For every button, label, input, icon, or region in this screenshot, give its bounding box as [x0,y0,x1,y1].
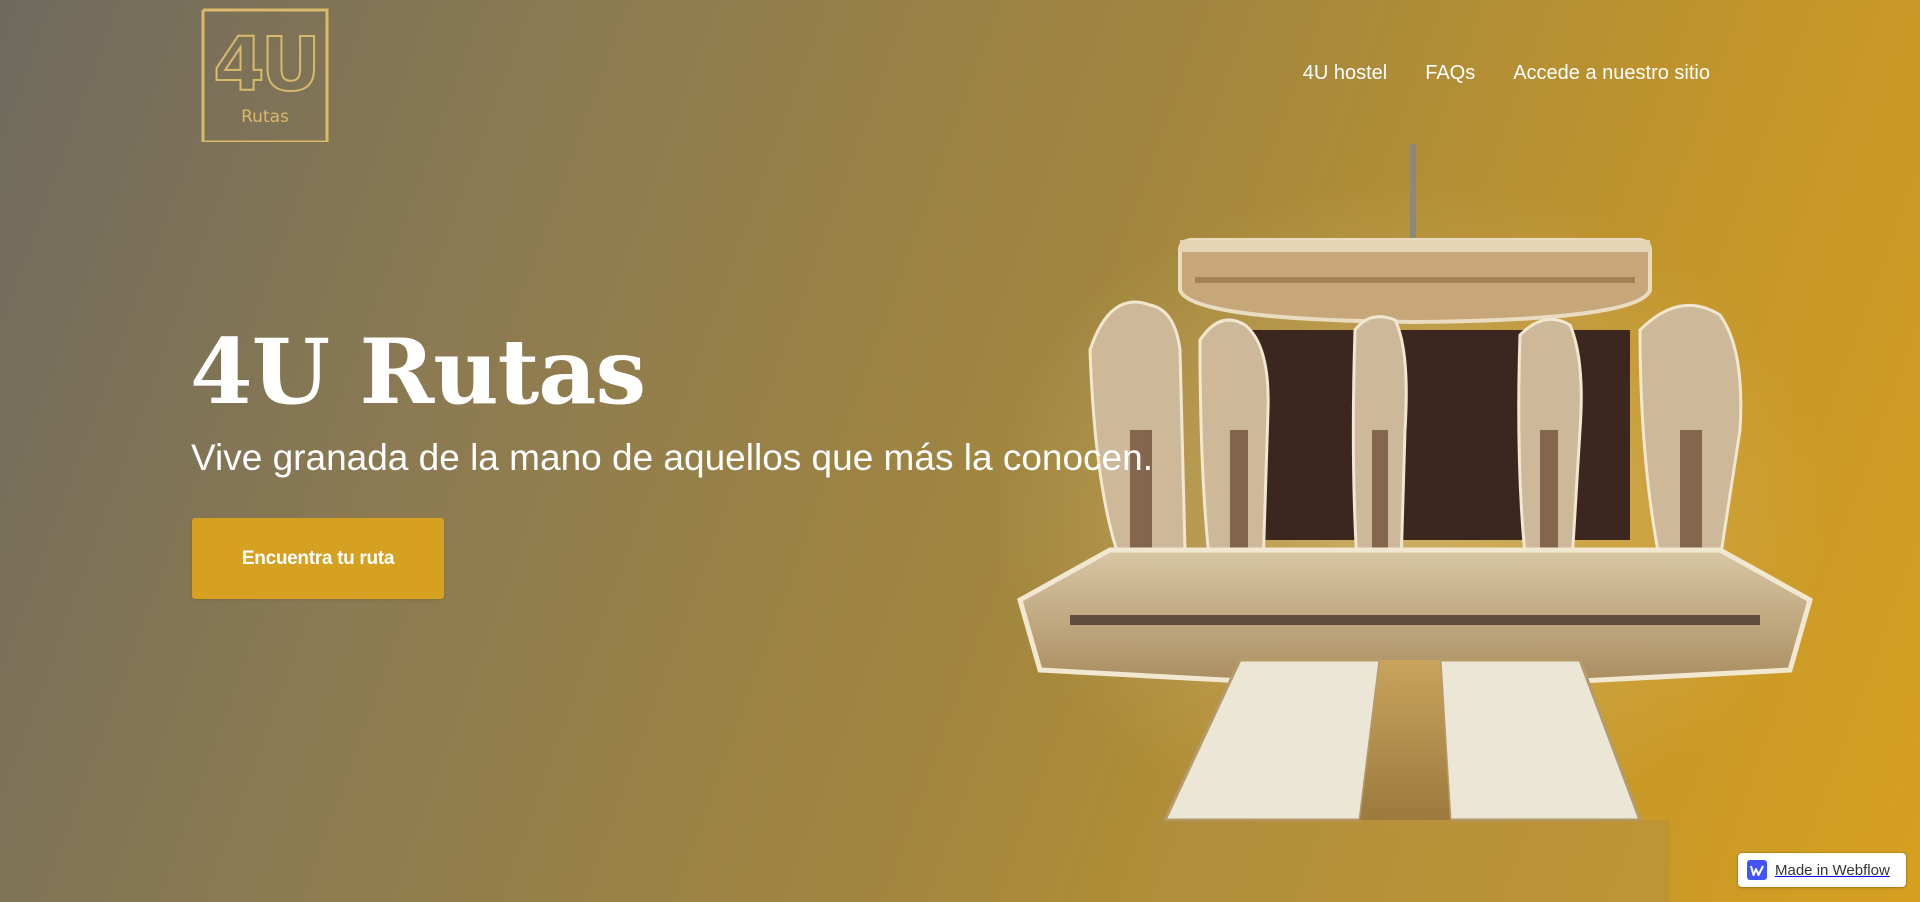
made-in-webflow-badge[interactable]: Made in Webflow [1738,853,1906,887]
logo-mark: 4U [213,22,317,108]
webflow-icon [1747,860,1767,880]
hero-section: 4U Rutas 4U hostel FAQs Accede a nuestro… [0,0,1920,902]
main-nav: 4U hostel FAQs Accede a nuestro sitio [1303,62,1710,85]
badge-label: Made in Webflow [1775,861,1890,879]
find-route-button[interactable]: Encuentra tu ruta [192,518,444,599]
nav-item-faqs[interactable]: FAQs [1425,62,1475,85]
hero-title: 4U Rutas [190,319,646,425]
nav-item-4u-hostel[interactable]: 4U hostel [1303,62,1388,85]
brand-logo[interactable]: 4U Rutas [201,8,329,144]
logo-frame-icon: 4U Rutas [201,8,329,144]
hero-subtitle: Vive granada de la mano de aquellos que … [191,437,1153,478]
fountain-illustration [1000,144,1830,902]
nav-item-accede[interactable]: Accede a nuestro sitio [1513,62,1710,85]
logo-subtext: Rutas [241,107,289,127]
